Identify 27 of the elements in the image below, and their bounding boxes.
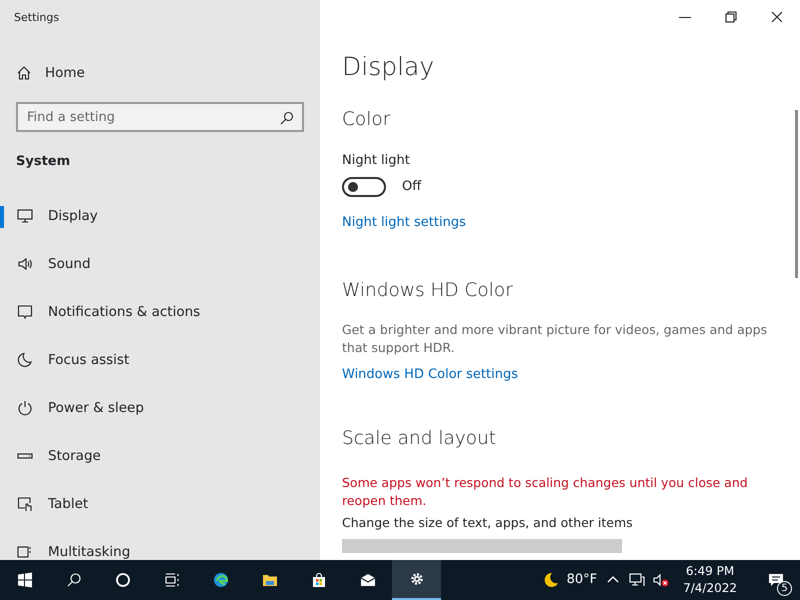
- description-text: Get a brighter and more vibrant picture for videos, games and apps that support HDR.: [342, 320, 768, 356]
- nav-item[interactable]: Notifications & actions: [0, 288, 320, 336]
- nav-item[interactable]: Sound: [0, 240, 320, 288]
- nav-item[interactable]: Focus assist: [0, 336, 320, 384]
- warning-text: Some apps won’t respond to scaling changes until you close and reopen them.: [342, 474, 749, 510]
- search-field[interactable]: Find a setting: [16, 102, 304, 132]
- page-title: Display: [342, 51, 436, 83]
- weather-widget[interactable]: 80°F: [542, 570, 598, 590]
- nav-item[interactable]: Storage: [0, 432, 320, 480]
- setting-label: Change the size of text, apps, and other items: [342, 514, 634, 532]
- nav-item[interactable]: Power & sleep: [0, 384, 320, 432]
- section-heading: Scale and layout: [342, 426, 498, 450]
- section-heading: Windows HD Color: [342, 278, 514, 303]
- setting-label: Night light: [342, 152, 411, 170]
- nav-item[interactable]: Tablet: [0, 480, 320, 528]
- nav-item[interactable]: Display: [0, 192, 320, 240]
- clock[interactable]: 6:49 PM 7/4/2022: [677, 563, 743, 597]
- section-heading: System: [16, 153, 72, 171]
- settings-link[interactable]: Windows HD Color settings: [342, 364, 518, 384]
- window-title: Settings: [13, 10, 60, 26]
- settings-link[interactable]: Night light settings: [342, 212, 466, 232]
- home-link[interactable]: Home: [0, 50, 320, 96]
- toggle-state: Off: [402, 178, 422, 196]
- nav-item[interactable]: Multitasking: [0, 528, 320, 560]
- section-heading: Color: [342, 108, 392, 132]
- notification-count: 5: [777, 581, 792, 596]
- notification-button[interactable]: 5: [751, 560, 800, 600]
